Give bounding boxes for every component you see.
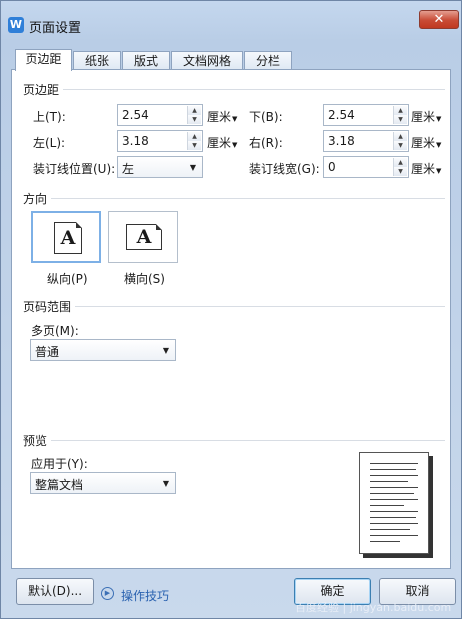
title-bar: W 页面设置 ✕ (1, 1, 461, 41)
spin-up-icon[interactable]: ▲ (188, 132, 201, 141)
preview-text-line (370, 523, 418, 524)
tab-layout[interactable]: 版式 (122, 51, 170, 71)
bottom-margin-input[interactable]: 2.54 ▲ ▼ (323, 104, 409, 126)
gutter-position-select[interactable]: 左 ▼ (117, 156, 203, 178)
chevron-down-icon: ▼ (162, 346, 169, 355)
preview-text-line (370, 511, 418, 512)
tips-link[interactable]: 操作技巧 (121, 587, 169, 604)
margins-section-title: 页边距 (23, 83, 60, 97)
page-range-section-title: 页码范围 (23, 300, 72, 314)
wps-app-icon: W (8, 17, 24, 33)
right-margin-value: 3.18 (328, 134, 355, 148)
orientation-section-title: 方向 (23, 192, 48, 206)
left-margin-unit[interactable]: 厘米▼ (207, 134, 237, 151)
tab-document-grid[interactable]: 文档网格 (171, 51, 243, 71)
multiple-pages-value: 普通 (35, 345, 60, 359)
landscape-option[interactable]: A (108, 211, 178, 263)
page-preview (359, 452, 429, 554)
preview-section-title: 预览 (23, 434, 48, 448)
preview-text-line (370, 469, 416, 470)
chevron-down-icon: ▼ (189, 163, 196, 172)
preview-text-line (370, 481, 408, 482)
bottom-margin-unit[interactable]: 厘米▼ (411, 108, 441, 125)
preview-text-line (370, 517, 416, 518)
right-margin-input[interactable]: 3.18 ▲ ▼ (323, 130, 409, 152)
top-margin-unit[interactable]: 厘米▼ (207, 108, 237, 125)
unit-dropdown-icon: ▼ (436, 141, 442, 149)
landscape-page-icon: A (126, 224, 162, 250)
orientation-divider (51, 198, 445, 199)
preview-divider (51, 440, 445, 441)
unit-dropdown-icon: ▼ (232, 141, 238, 149)
preview-text-line (370, 499, 418, 500)
apply-to-label: 应用于(Y): (31, 457, 88, 471)
spin-down-icon[interactable]: ▼ (394, 115, 407, 124)
gutter-width-label: 装订线宽(G): (249, 162, 320, 176)
bottom-margin-spinner[interactable]: ▲ ▼ (393, 106, 407, 124)
spin-up-icon[interactable]: ▲ (394, 106, 407, 115)
margins-divider (63, 89, 445, 90)
left-margin-spinner[interactable]: ▲ ▼ (187, 132, 201, 150)
apply-to-select[interactable]: 整篇文档 ▼ (30, 472, 176, 494)
multiple-pages-label: 多页(M): (31, 324, 79, 338)
bottom-margin-label: 下(B): (249, 110, 283, 124)
gutter-position-value: 左 (122, 162, 135, 176)
spin-down-icon[interactable]: ▼ (188, 141, 201, 150)
spin-up-icon[interactable]: ▲ (394, 158, 407, 167)
unit-dropdown-icon: ▼ (436, 115, 442, 123)
gutter-width-unit[interactable]: 厘米▼ (411, 160, 441, 177)
bottom-margin-value: 2.54 (328, 108, 355, 122)
left-margin-input[interactable]: 3.18 ▲ ▼ (117, 130, 203, 152)
gutter-width-spinner[interactable]: ▲ ▼ (393, 158, 407, 176)
preview-text-line (370, 541, 400, 542)
spin-down-icon[interactable]: ▼ (394, 167, 407, 176)
spin-down-icon[interactable]: ▼ (188, 115, 201, 124)
right-margin-unit[interactable]: 厘米▼ (411, 134, 441, 151)
preview-text-line (370, 463, 418, 464)
left-margin-label: 左(L): (33, 136, 66, 150)
default-button[interactable]: 默认(D)... (16, 578, 94, 605)
unit-dropdown-icon: ▼ (232, 115, 238, 123)
multiple-pages-select[interactable]: 普通 ▼ (30, 339, 176, 361)
preview-text-line (370, 475, 418, 476)
preview-text-line (370, 487, 418, 488)
gutter-width-value: 0 (328, 160, 336, 174)
tab-columns[interactable]: 分栏 (244, 51, 292, 71)
tab-paper[interactable]: 纸张 (73, 51, 121, 71)
portrait-page-icon: A (54, 222, 82, 254)
tab-margins[interactable]: 页边距 (15, 49, 72, 71)
top-margin-input[interactable]: 2.54 ▲ ▼ (117, 104, 203, 126)
page-range-divider (75, 306, 445, 307)
right-margin-spinner[interactable]: ▲ ▼ (393, 132, 407, 150)
top-margin-label: 上(T): (33, 110, 66, 124)
spin-down-icon[interactable]: ▼ (394, 141, 407, 150)
preview-text-line (370, 493, 414, 494)
preview-text-line (370, 529, 410, 530)
portrait-label[interactable]: 纵向(P) (47, 270, 88, 287)
top-margin-spinner[interactable]: ▲ ▼ (187, 106, 201, 124)
left-margin-value: 3.18 (122, 134, 149, 148)
gutter-position-label: 装订线位置(U): (33, 162, 116, 176)
gutter-width-input[interactable]: 0 ▲ ▼ (323, 156, 409, 178)
chevron-down-icon: ▼ (162, 479, 169, 488)
right-margin-label: 右(R): (249, 136, 283, 150)
close-button[interactable]: ✕ (419, 10, 459, 29)
apply-to-value: 整篇文档 (35, 478, 84, 492)
page-setup-dialog: W 页面设置 ✕ 页边距 纸张 版式 文档网格 分栏 页边距 上(T): 2.5… (0, 0, 462, 619)
preview-text-line (370, 505, 404, 506)
landscape-label[interactable]: 横向(S) (124, 270, 165, 287)
dialog-title: 页面设置 (29, 21, 82, 36)
spin-up-icon[interactable]: ▲ (394, 132, 407, 141)
preview-text-line (370, 535, 418, 536)
top-margin-value: 2.54 (122, 108, 149, 122)
portrait-option[interactable]: A (31, 211, 101, 263)
spin-up-icon[interactable]: ▲ (188, 106, 201, 115)
unit-dropdown-icon: ▼ (436, 167, 442, 175)
watermark: 百度经验 | jingyan.baidu.com (295, 601, 452, 614)
play-circle-icon[interactable]: ▶ (101, 587, 114, 600)
